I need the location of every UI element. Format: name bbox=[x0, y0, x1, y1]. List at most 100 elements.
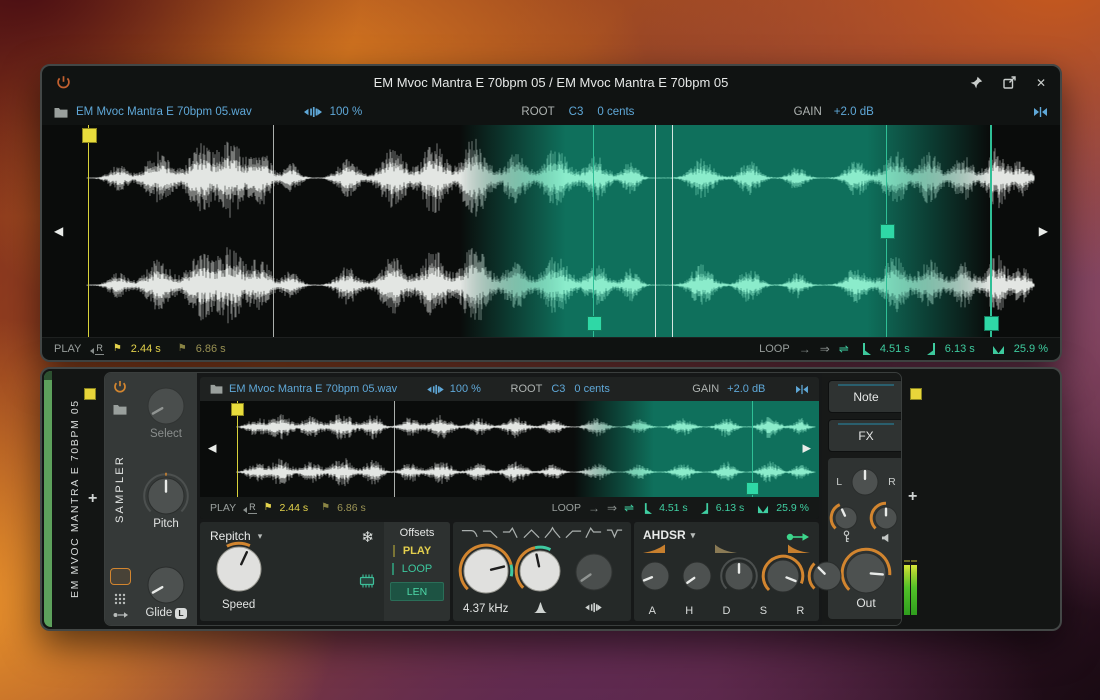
loop-forward-icon[interactable]: ⇒ bbox=[820, 343, 830, 355]
play-start-value[interactable]: 2.44 s bbox=[131, 343, 161, 355]
tab-note[interactable]: Note bbox=[828, 380, 902, 413]
gain-value[interactable]: +2.0 dB bbox=[727, 383, 765, 395]
filter-highpass-res-icon[interactable] bbox=[584, 526, 603, 544]
play-direction-icon[interactable]: R bbox=[90, 343, 104, 355]
play-end-value[interactable]: 6.86 s bbox=[337, 502, 366, 514]
play-start-flag-icon[interactable]: ⚑ bbox=[113, 344, 122, 354]
stretch-icon[interactable] bbox=[427, 384, 444, 395]
offset-len-button[interactable]: LEN bbox=[390, 582, 444, 601]
loop-forward-icon[interactable]: ⇒ bbox=[607, 502, 617, 514]
filter-resonance-knob[interactable] bbox=[513, 544, 567, 598]
device-chain-panel: EM MVOC MANTRA E 70BPM 05 + SAMPLER bbox=[40, 367, 1062, 631]
expanded-view-toggle[interactable] bbox=[110, 568, 131, 585]
stretch-percent[interactable]: 100 % bbox=[450, 383, 481, 395]
sample-filename[interactable]: EM Mvoc Mantra E 70bpm 05.wav bbox=[76, 106, 252, 118]
scroll-left-icon[interactable]: ◀ bbox=[208, 444, 216, 455]
envelope-mode-dropdown[interactable]: AHDSR▾ bbox=[643, 528, 695, 542]
select-knob[interactable] bbox=[141, 381, 191, 431]
remote-controls-icon[interactable] bbox=[114, 593, 126, 605]
filter-mod-knob[interactable] bbox=[569, 547, 619, 597]
zoom-fit-icon[interactable] bbox=[1033, 106, 1048, 118]
loop-start-handle[interactable] bbox=[746, 482, 759, 495]
pitch-knob[interactable] bbox=[141, 471, 191, 521]
loop-off-icon[interactable]: → bbox=[588, 502, 600, 514]
play-end-value[interactable]: 6.86 s bbox=[196, 343, 226, 355]
embedded-waveform-display[interactable]: ◀ ▶ bbox=[200, 401, 819, 497]
speed-knob[interactable] bbox=[210, 540, 268, 598]
loop-end-handle[interactable] bbox=[880, 224, 895, 239]
scroll-right-icon[interactable]: ▶ bbox=[1039, 225, 1048, 237]
tab-fx[interactable]: FX bbox=[828, 419, 902, 452]
glide-mode-badge[interactable]: L bbox=[175, 608, 186, 619]
play-start-handle[interactable] bbox=[82, 128, 97, 143]
play-end-marker[interactable] bbox=[394, 401, 395, 497]
root-cents[interactable]: 0 cents bbox=[597, 106, 634, 118]
ram-mode-icon[interactable] bbox=[358, 574, 376, 593]
preset-folder-icon[interactable] bbox=[113, 404, 127, 415]
loop-start-value[interactable]: 4.51 s bbox=[880, 343, 910, 355]
loop-end-value[interactable]: 6.13 s bbox=[945, 343, 975, 355]
env-release-knob[interactable] bbox=[806, 555, 848, 597]
play-end-marker[interactable] bbox=[273, 125, 274, 337]
loop-start-value[interactable]: 4.51 s bbox=[659, 502, 688, 514]
sample-filename[interactable]: EM Mvoc Mantra E 70bpm 05.wav bbox=[229, 383, 397, 395]
loop-start-marker[interactable] bbox=[593, 125, 594, 337]
stretch-percent[interactable]: 100 % bbox=[330, 106, 363, 118]
pin-icon[interactable] bbox=[970, 76, 983, 89]
add-device-button-left[interactable]: + bbox=[88, 491, 97, 507]
waveform-display[interactable]: ◀ ▶ bbox=[42, 125, 1060, 337]
play-start-handle[interactable] bbox=[231, 403, 244, 416]
glide-knob[interactable] bbox=[141, 560, 191, 610]
filter-highpass-icon[interactable] bbox=[564, 526, 583, 544]
loop-pingpong-icon[interactable]: ⇌ bbox=[624, 502, 634, 514]
sample-end-marker[interactable] bbox=[990, 125, 992, 337]
close-icon[interactable]: ✕ bbox=[1036, 77, 1046, 89]
play-start-value[interactable]: 2.44 s bbox=[280, 502, 309, 514]
play-end-flag-icon[interactable]: ⚑ bbox=[178, 344, 187, 354]
sample-end-handle[interactable] bbox=[984, 316, 999, 331]
folder-icon[interactable] bbox=[54, 107, 68, 118]
root-note[interactable]: C3 bbox=[569, 106, 584, 118]
env-sustain-knob[interactable] bbox=[760, 553, 806, 599]
env-attack-knob[interactable] bbox=[634, 555, 676, 597]
filter-notch-icon[interactable] bbox=[605, 526, 624, 544]
device-power-button[interactable] bbox=[113, 380, 127, 394]
root-note[interactable]: C3 bbox=[551, 383, 565, 395]
chain-input-marker[interactable] bbox=[84, 388, 96, 400]
add-device-button-right[interactable]: + bbox=[908, 489, 917, 505]
filter-bandpass-res-icon[interactable] bbox=[543, 526, 562, 544]
play-end-flag-icon[interactable]: ⚑ bbox=[321, 503, 330, 513]
root-cents[interactable]: 0 cents bbox=[574, 383, 609, 395]
device-name-vertical[interactable]: SAMPLER bbox=[114, 415, 126, 563]
loop-start-handle[interactable] bbox=[587, 316, 602, 331]
filter-cutoff-knob[interactable] bbox=[457, 542, 515, 600]
open-in-new-icon[interactable] bbox=[1003, 76, 1016, 89]
play-direction-icon[interactable]: R bbox=[243, 502, 257, 514]
play-start-marker[interactable] bbox=[88, 125, 89, 337]
balance-knob[interactable] bbox=[845, 462, 885, 502]
stretch-icon[interactable] bbox=[304, 106, 322, 118]
loop-off-icon[interactable]: → bbox=[799, 343, 811, 355]
gain-value[interactable]: +2.0 dB bbox=[834, 106, 874, 118]
offset-play-button[interactable]: PLAY bbox=[403, 545, 431, 557]
filter-bandpass-icon[interactable] bbox=[522, 526, 541, 544]
loop-pingpong-icon[interactable]: ⇌ bbox=[839, 343, 849, 355]
freeze-icon[interactable]: ❄ bbox=[361, 530, 374, 545]
env-hold-knob[interactable] bbox=[676, 555, 718, 597]
window-power-button[interactable] bbox=[56, 75, 71, 90]
loop-end-value[interactable]: 6.13 s bbox=[716, 502, 745, 514]
crossfade-value[interactable]: 25.9 % bbox=[776, 502, 809, 514]
chain-output-marker[interactable] bbox=[910, 388, 922, 400]
zoom-fit-icon[interactable] bbox=[795, 384, 809, 395]
scroll-left-icon[interactable]: ◀ bbox=[54, 225, 63, 237]
root-label: ROOT bbox=[511, 383, 543, 395]
filter-cutoff-value[interactable]: 4.37 kHz bbox=[463, 603, 508, 615]
track-name-vertical[interactable]: EM MVOC MANTRA E 70BPM 05 bbox=[69, 385, 81, 613]
play-start-flag-icon[interactable]: ⚑ bbox=[264, 503, 273, 513]
folder-icon[interactable] bbox=[210, 384, 223, 394]
modulation-routing-icon[interactable] bbox=[113, 611, 128, 619]
crossfade-value[interactable]: 25.9 % bbox=[1014, 343, 1048, 355]
offset-loop-button[interactable]: LOOP bbox=[402, 563, 433, 575]
env-decay-knob[interactable] bbox=[718, 555, 760, 597]
scroll-right-icon[interactable]: ▶ bbox=[803, 444, 811, 455]
